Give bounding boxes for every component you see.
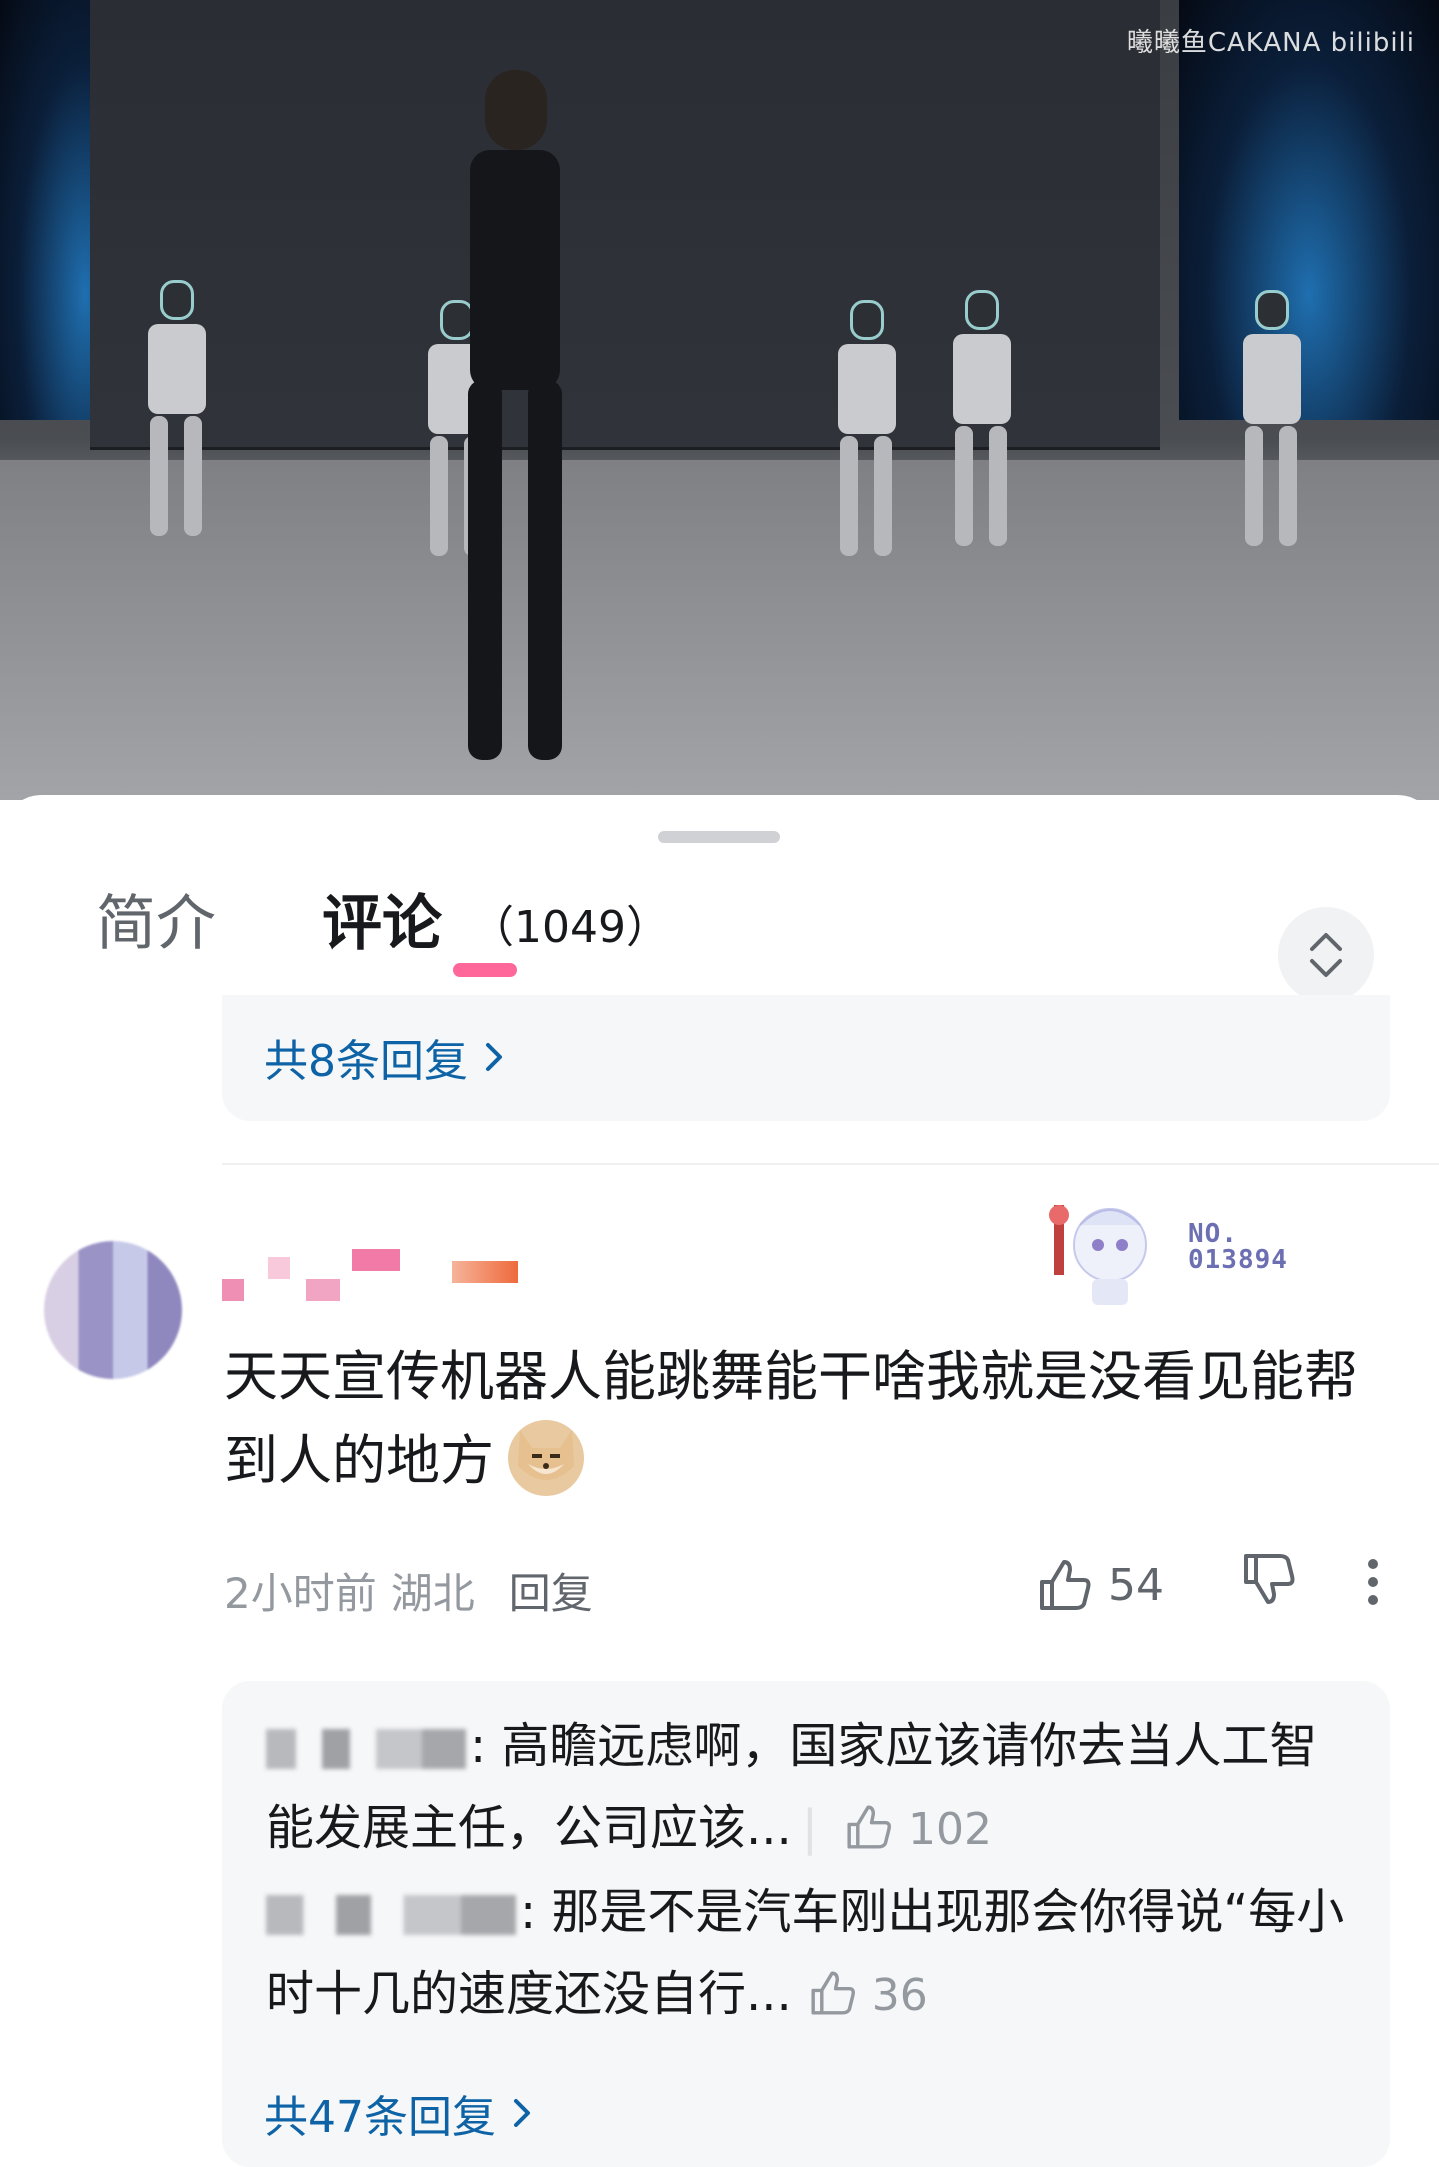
video-watermark: 曦曦鱼CAKANA bilibili xyxy=(1126,28,1415,58)
sub-reply-item[interactable]: : 那是不是汽车刚出现那会你得说“每小时十几的速度还没自行... 36 xyxy=(266,1871,1356,2037)
thumb-up-icon xyxy=(847,1805,891,1849)
sub-reply-username-blurred xyxy=(266,1895,516,1935)
more-options-button[interactable] xyxy=(1366,1558,1380,1610)
sub-reply-like-count: 102 xyxy=(907,1804,992,1855)
sheet-drag-handle[interactable] xyxy=(658,831,780,843)
robot-figure xyxy=(130,280,220,540)
view-replies-link[interactable]: 共8条回复 xyxy=(264,1025,506,1089)
view-replies-label: 共8条回复 xyxy=(264,1036,468,1087)
shiba-emoji-icon xyxy=(508,1420,584,1497)
comment-divider xyxy=(222,1163,1439,1165)
dancer-figure xyxy=(440,70,590,760)
chevron-right-icon xyxy=(514,2099,530,2127)
separator: | xyxy=(801,1800,818,1856)
tab-bar: 简介 评论 （1049） xyxy=(0,855,1439,1003)
sub-replies-box: : 高瞻远虑啊，国家应该请你去当人工智能发展主任，公司应该... | 102 : … xyxy=(222,1681,1390,2167)
thumb-down-icon xyxy=(1244,1554,1295,1604)
robot-figure xyxy=(1225,290,1315,550)
like-count: 54 xyxy=(1108,1559,1164,1611)
sub-reply-likes: 102 xyxy=(844,1804,992,1855)
reply-button[interactable]: 回复 xyxy=(509,1560,593,1621)
robot-figure xyxy=(820,300,910,560)
sub-reply-like-count: 36 xyxy=(871,1970,928,2021)
like-button[interactable]: 54 xyxy=(1036,1556,1164,1614)
dislike-button[interactable] xyxy=(1240,1550,1298,1612)
fan-badge-number: NO. 013894 xyxy=(1188,1219,1288,1275)
robot-figure xyxy=(935,290,1025,550)
sub-reply-item[interactable]: : 高瞻远虑啊，国家应该请你去当人工智能发展主任，公司应该... | 102 xyxy=(266,1705,1356,1871)
expand-collapse-button[interactable] xyxy=(1278,907,1374,1003)
chevron-up-down-icon xyxy=(1310,933,1342,977)
tab-comments[interactable]: 评论 xyxy=(322,875,442,962)
tab-comments-count: （1049） xyxy=(470,902,670,953)
avatar[interactable] xyxy=(44,1241,182,1379)
anime-character-icon xyxy=(1049,1205,1147,1305)
comment-content[interactable]: 天天宣传机器人能跳舞能干啥我就是没看见能帮到人的地方 xyxy=(224,1335,1384,1503)
view-all-replies-link[interactable]: 共47条回复 xyxy=(264,2081,534,2145)
fan-badge[interactable]: NO. 013894 xyxy=(1040,1185,1320,1315)
more-vertical-icon xyxy=(1368,1559,1378,1605)
tab-active-indicator xyxy=(453,963,517,977)
username-blurred[interactable] xyxy=(222,1249,642,1309)
thumb-up-icon xyxy=(811,1971,855,2015)
sub-reply-username-blurred xyxy=(266,1729,466,1769)
thumb-up-icon xyxy=(1040,1560,1091,1610)
chevron-right-icon xyxy=(486,1043,502,1071)
video-player[interactable]: 曦曦鱼CAKANA bilibili xyxy=(0,0,1439,800)
comment-actions: 54 xyxy=(1036,1550,1396,1620)
comment-location: 湖北 xyxy=(390,1569,475,1618)
previous-comment-replies: 共8条回复 xyxy=(222,995,1390,1121)
comment-time: 2小时前 xyxy=(224,1569,377,1618)
view-all-replies-label: 共47条回复 xyxy=(264,2092,496,2143)
sub-reply-likes: 36 xyxy=(808,1970,928,2021)
comment-text: 天天宣传机器人能跳舞能干啥我就是没看见能帮到人的地方 xyxy=(224,1345,1358,1492)
comment-meta: 2小时前 湖北 回复 xyxy=(224,1560,593,1621)
tab-intro[interactable]: 简介 xyxy=(96,875,216,962)
comments-sheet: 简介 评论 （1049） 共8条回复 NO. 013894 天天宣传机器人能跳舞… xyxy=(0,795,1439,2167)
